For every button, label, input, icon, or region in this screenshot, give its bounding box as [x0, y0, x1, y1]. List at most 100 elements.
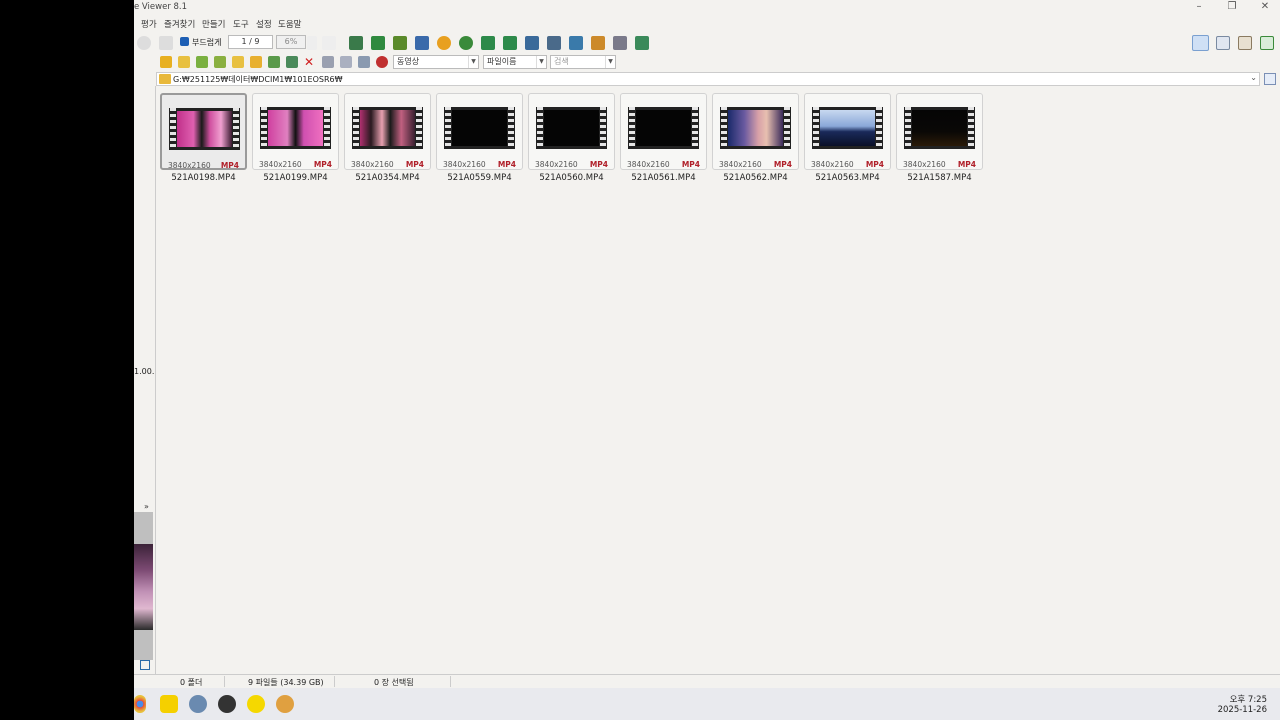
menu-settings[interactable]: 설정 — [256, 18, 272, 30]
video-frame — [360, 110, 415, 146]
video-frame — [544, 110, 599, 146]
copy-icon[interactable] — [371, 36, 385, 50]
clock-time[interactable]: 오후 7:25 — [1230, 693, 1267, 705]
thumbnail-card[interactable]: 3840x2160 MP4 — [620, 93, 707, 170]
menu-bar: 평가 즐겨찾기 만들기 도구 설정 도움말 — [134, 15, 1280, 31]
film-strip — [720, 107, 791, 149]
zoom-dropdown-icon[interactable] — [307, 36, 317, 50]
folder-icon — [159, 74, 171, 84]
menu-tools[interactable]: 도구 — [233, 18, 249, 30]
fit-window-icon[interactable] — [140, 660, 150, 670]
delete-icon[interactable]: ✕ — [304, 55, 314, 69]
home-folder-icon[interactable] — [214, 56, 226, 68]
chrome-icon[interactable] — [134, 695, 146, 713]
resolution-label: 3840x2160 — [259, 160, 302, 169]
taskbar: 오후 7:25 2025-11-26 — [134, 688, 1280, 720]
slideshow-icon[interactable] — [349, 36, 363, 50]
view-thumbnail-icon[interactable] — [1192, 35, 1209, 51]
wallet-icon[interactable] — [591, 36, 605, 50]
checkbox-icon[interactable] — [180, 37, 189, 46]
viewer-app-icon[interactable] — [276, 695, 294, 713]
chevron-down-icon: ▼ — [468, 56, 478, 68]
zoom-field[interactable]: 6% — [276, 35, 306, 49]
thumbnail-card[interactable]: 3840x2160 MP4 — [896, 93, 983, 170]
record-icon[interactable] — [376, 56, 388, 68]
chevron-down-icon: ▼ — [605, 56, 615, 68]
menu-create[interactable]: 만들기 — [202, 18, 225, 30]
column-view-icon[interactable] — [340, 56, 352, 68]
forward-arrow-icon[interactable] — [178, 56, 190, 68]
move-to-icon[interactable] — [286, 56, 298, 68]
file-name: 521A0198.MP4 — [171, 173, 236, 183]
thumbnail-card[interactable]: 3840x2160 MP4 — [160, 93, 247, 170]
image-viewer-window: e Viewer 8.1 – ❐ ✕ 평가 즐겨찾기 만들기 도구 설정 도움말… — [134, 0, 1280, 688]
kakaotalk-icon[interactable] — [247, 695, 265, 713]
thumbnail-card[interactable]: 3840x2160 MP4 — [528, 93, 615, 170]
address-bar[interactable]: G:₩251125₩데이터₩DCIM1₩101EOSR6₩ ⌄ — [156, 72, 1260, 86]
thumbnail-card[interactable]: 3840x2160 MP4 — [804, 93, 891, 170]
minimize-button[interactable]: – — [1184, 0, 1214, 15]
screen-black-region — [0, 0, 134, 720]
grid-view-icon[interactable] — [358, 56, 370, 68]
resolution-label: 3840x2160 — [535, 160, 578, 169]
move-icon[interactable] — [393, 36, 407, 50]
format-badge: MP4 — [957, 160, 976, 169]
thumbnail-card[interactable]: 3840x2160 MP4 — [436, 93, 523, 170]
adjust-icon[interactable] — [437, 36, 451, 50]
save-icon[interactable] — [635, 36, 649, 50]
settings-gear-icon[interactable] — [189, 695, 207, 713]
menu-help[interactable]: 도움말 — [278, 18, 301, 30]
rotate-right-icon[interactable] — [503, 36, 517, 50]
folder-open-icon[interactable] — [250, 56, 262, 68]
histogram-icon[interactable] — [525, 36, 539, 50]
video-frame — [268, 110, 323, 146]
sort-value: 파일이름 — [487, 57, 517, 66]
sort-select[interactable]: 파일이름 ▼ — [483, 55, 547, 69]
fullscreen-icon[interactable] — [1260, 36, 1274, 50]
file-name: 521A0559.MP4 — [447, 173, 512, 183]
restore-button[interactable]: ❐ — [1217, 0, 1247, 15]
rotate-left-icon[interactable] — [481, 36, 495, 50]
hand-tool-icon[interactable] — [322, 36, 336, 50]
version-text: 1.00. — [134, 367, 155, 376]
format-badge: MP4 — [220, 161, 239, 170]
clock-date[interactable]: 2025-11-26 — [1218, 705, 1267, 715]
record-app-icon[interactable] — [218, 695, 236, 713]
resize-icon[interactable] — [569, 36, 583, 50]
copy-to-icon[interactable] — [268, 56, 280, 68]
thumbnail-view-icon[interactable] — [322, 56, 334, 68]
file-name: 521A1587.MP4 — [907, 173, 972, 183]
double-chevron-down-icon[interactable]: » — [144, 502, 149, 511]
menu-favorites[interactable]: 즐겨찾기 — [164, 18, 195, 30]
forward-disabled-icon[interactable] — [159, 36, 173, 50]
status-selected: 0 장 선택됨 — [374, 678, 414, 687]
address-path: G:₩251125₩데이터₩DCIM1₩101EOSR6₩ — [173, 75, 343, 84]
film-strip — [444, 107, 515, 149]
close-button[interactable]: ✕ — [1250, 0, 1280, 15]
up-folder-icon[interactable] — [196, 56, 208, 68]
chevron-down-icon[interactable]: ⌄ — [1250, 73, 1257, 82]
back-arrow-icon[interactable] — [160, 56, 172, 68]
folder-tree-toggle-icon[interactable] — [1264, 73, 1276, 85]
preview-pane — [134, 512, 153, 660]
page-counter-field[interactable]: 1 / 9 — [228, 35, 273, 49]
view-detail-icon[interactable] — [1216, 36, 1230, 50]
file-name: 521A0562.MP4 — [723, 173, 788, 183]
file-type-select[interactable]: 동영상 ▼ — [393, 55, 479, 69]
app-yellow-icon[interactable] — [160, 695, 178, 713]
screen-capture-icon[interactable] — [547, 36, 561, 50]
back-disabled-icon[interactable] — [137, 36, 151, 50]
search-input[interactable]: 검색 ▼ — [550, 55, 616, 69]
thumbnail-card[interactable]: 3840x2160 MP4 — [252, 93, 339, 170]
print-icon[interactable] — [613, 36, 627, 50]
convert-icon[interactable] — [415, 36, 429, 50]
person-icon[interactable] — [459, 36, 473, 50]
thumbnail-card[interactable]: 3840x2160 MP4 — [344, 93, 431, 170]
menu-rating[interactable]: 평가 — [141, 18, 157, 30]
format-badge: MP4 — [865, 160, 884, 169]
navigation-toolbar: ✕ 동영상 ▼ 파일이름 ▼ 검색 ▼ — [134, 54, 1280, 72]
film-strip — [536, 107, 607, 149]
view-image-icon[interactable] — [1238, 36, 1252, 50]
thumbnail-card[interactable]: 3840x2160 MP4 — [712, 93, 799, 170]
new-folder-icon[interactable] — [232, 56, 244, 68]
